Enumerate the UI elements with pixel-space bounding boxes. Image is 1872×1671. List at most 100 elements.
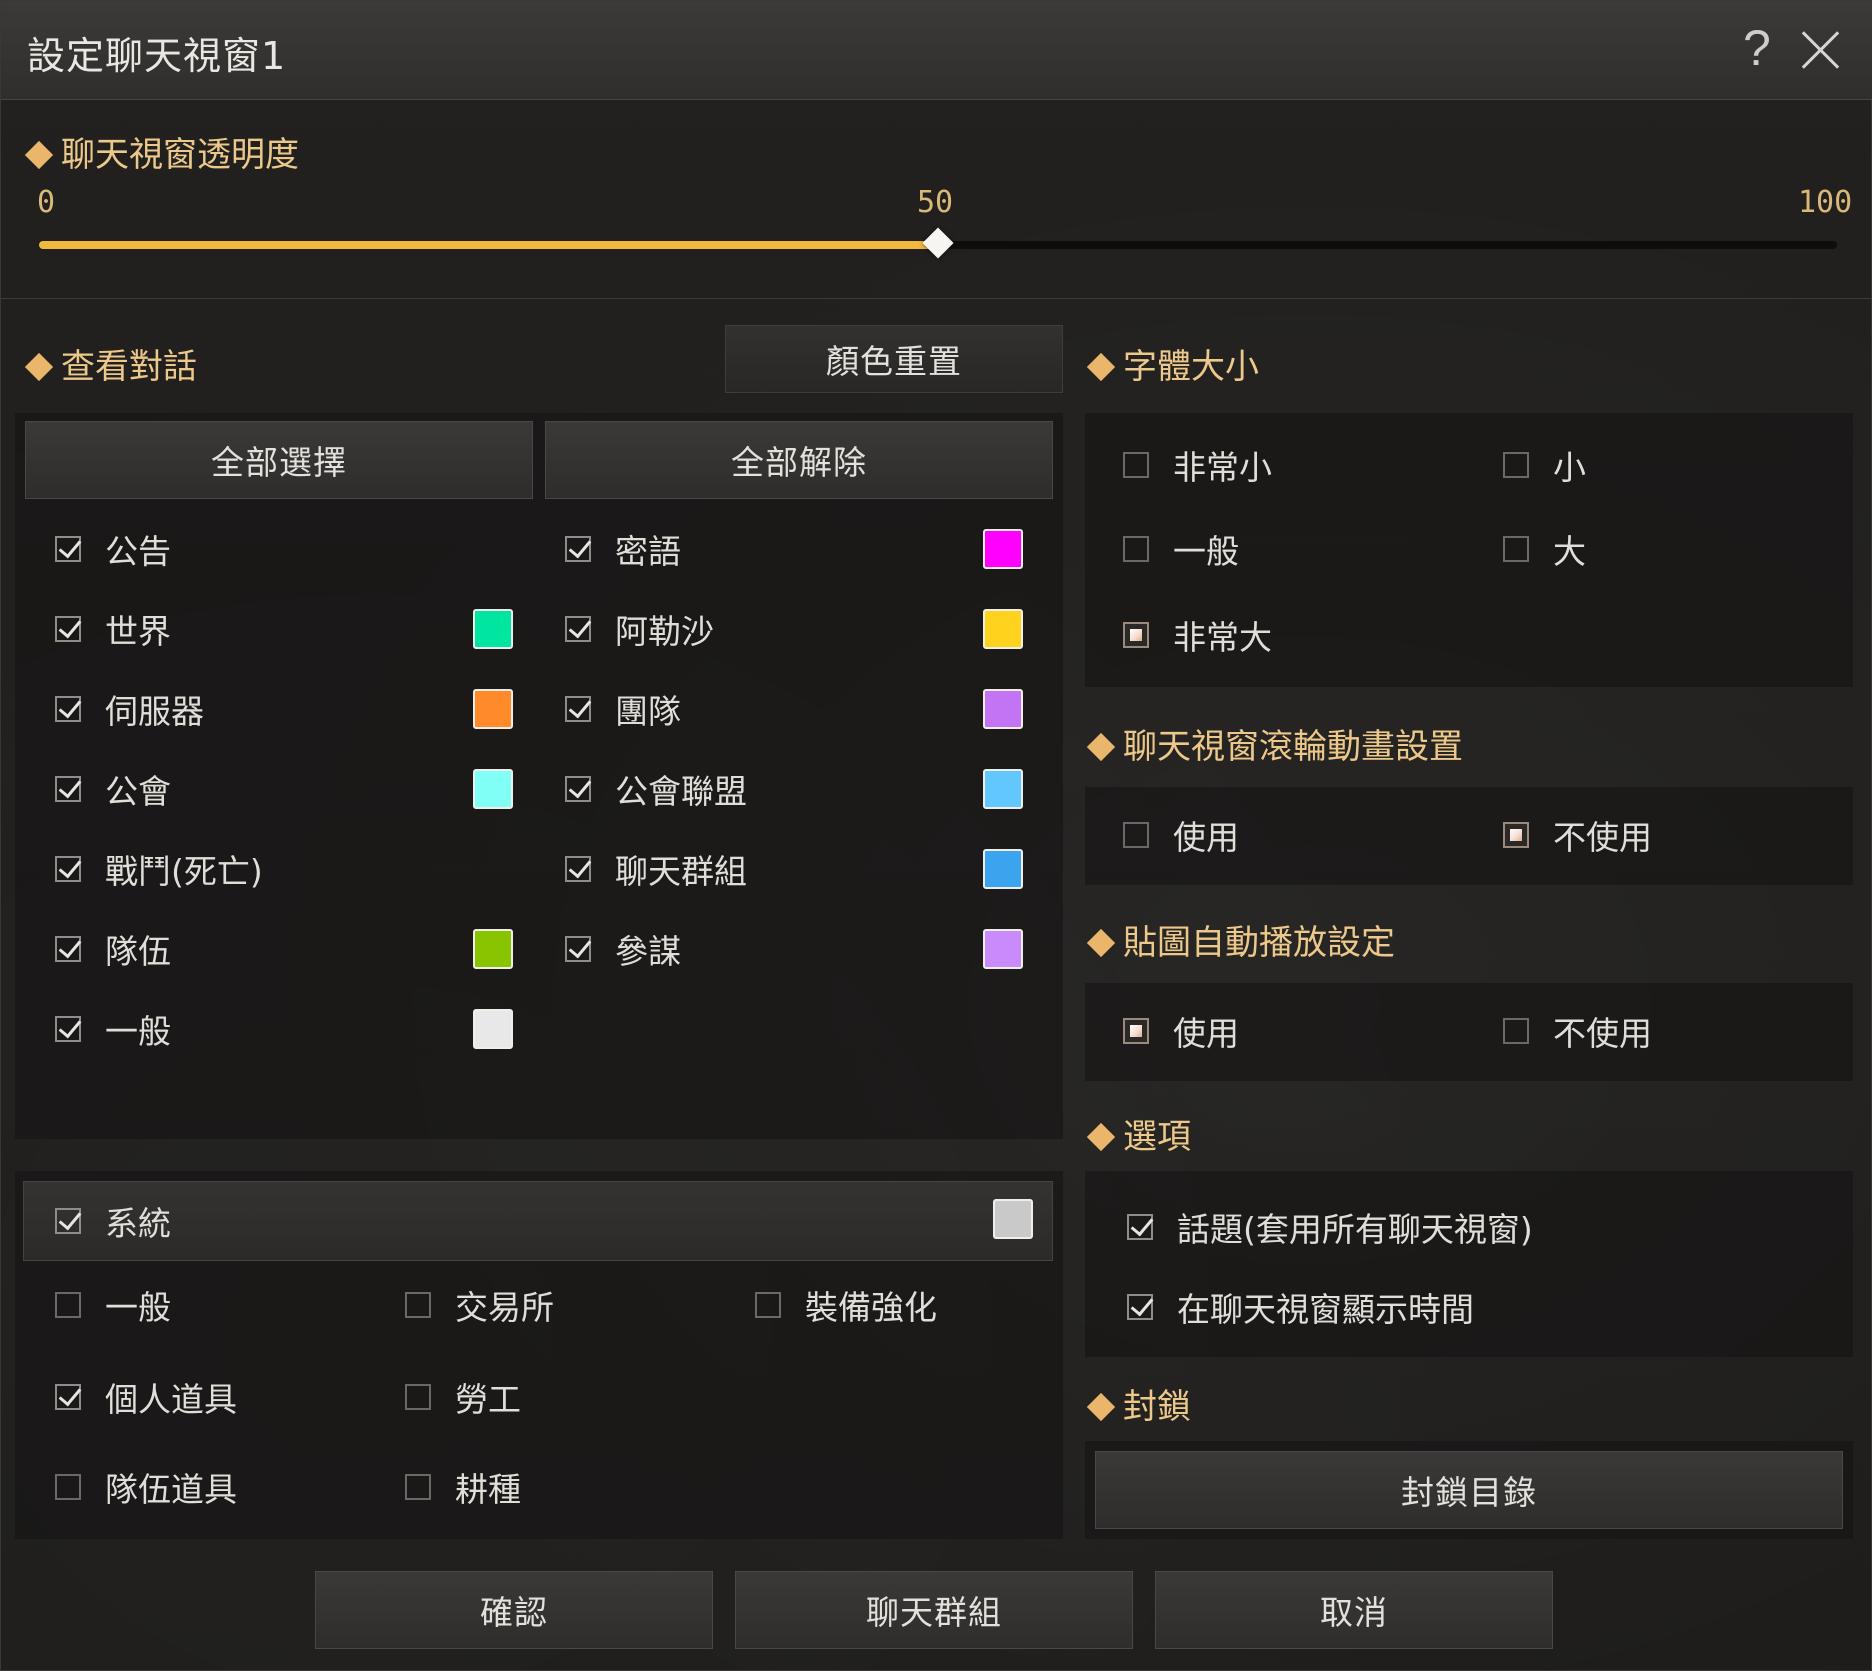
system-color-swatch[interactable] [993,1199,1033,1239]
channel-4-row[interactable]: 伺服器 [55,689,204,731]
system-item-3-row[interactable]: 個人道具 [55,1377,237,1419]
channel-5-color-swatch[interactable] [983,689,1023,729]
channel-1-row[interactable]: 密語 [565,529,681,571]
font-size-4-row[interactable]: 非常大 [1123,615,1272,657]
sticker-autoplay-0-row[interactable]: 使用 [1123,1011,1239,1053]
font-size-4-radio[interactable] [1123,622,1149,648]
system-item-5-label: 隊伍道具 [105,1470,237,1509]
channel-11-color-swatch[interactable] [983,929,1023,969]
font-size-1-radio[interactable] [1503,452,1529,478]
color-reset-button[interactable]: 顏色重置 [725,325,1063,393]
scroll-animation-0-row[interactable]: 使用 [1123,815,1239,857]
font-size-2-row[interactable]: 一般 [1123,529,1239,571]
channel-2-checkbox[interactable] [55,616,81,642]
system-item-2-row[interactable]: 裝備強化 [755,1285,937,1327]
channel-3-checkbox[interactable] [565,616,591,642]
font-size-1-row[interactable]: 小 [1503,445,1586,487]
font-size-2-radio[interactable] [1123,536,1149,562]
sticker-autoplay-0-label: 使用 [1173,1014,1239,1053]
channel-10-color-swatch[interactable] [473,929,513,969]
system-item-5-checkbox[interactable] [55,1474,81,1500]
slider-handle[interactable] [922,227,954,259]
channel-6-row[interactable]: 公會 [55,769,171,811]
channel-0-row[interactable]: 公告 [55,529,171,571]
channel-10-checkbox[interactable] [55,936,81,962]
channel-11-checkbox[interactable] [565,936,591,962]
option-1-row[interactable]: 在聊天視窗顯示時間 [1127,1287,1474,1329]
option-0-row[interactable]: 話題(套用所有聊天視窗) [1127,1207,1533,1249]
channel-9-row[interactable]: 聊天群組 [565,849,747,891]
system-item-6-row[interactable]: 耕種 [405,1467,521,1509]
chat-group-button[interactable]: 聊天群組 [735,1571,1133,1649]
help-icon[interactable]: ? [1743,19,1771,77]
channel-2-color-swatch[interactable] [473,609,513,649]
scroll-animation-1-row[interactable]: 不使用 [1503,815,1652,857]
sticker-autoplay-1-radio[interactable] [1503,1018,1529,1044]
channel-9-color-swatch[interactable] [983,849,1023,889]
option-1-checkbox[interactable] [1127,1294,1153,1320]
channel-7-row[interactable]: 公會聯盟 [565,769,747,811]
channel-0-checkbox[interactable] [55,536,81,562]
channel-2-row[interactable]: 世界 [55,609,171,651]
cancel-button[interactable]: 取消 [1155,1571,1553,1649]
system-item-2-checkbox[interactable] [755,1292,781,1318]
system-checkbox[interactable] [55,1208,81,1234]
channel-8-label: 戰鬥(死亡) [105,852,263,891]
title-bar[interactable]: 設定聊天視窗1 ? [1,1,1872,100]
system-item-1-checkbox[interactable] [405,1292,431,1318]
system-item-1-row[interactable]: 交易所 [405,1285,554,1327]
font-size-0-radio[interactable] [1123,452,1149,478]
channel-1-checkbox[interactable] [565,536,591,562]
channel-11-row[interactable]: 參謀 [565,929,681,971]
system-item-4-row[interactable]: 勞工 [405,1377,521,1419]
channel-5-checkbox[interactable] [565,696,591,722]
system-item-3-checkbox[interactable] [55,1384,81,1410]
select-all-button[interactable]: 全部選擇 [25,421,533,499]
channel-7-color-swatch[interactable] [983,769,1023,809]
font-size-4-label: 非常大 [1173,618,1272,657]
channel-10-row[interactable]: 隊伍 [55,929,171,971]
channel-6-checkbox[interactable] [55,776,81,802]
font-size-0-row[interactable]: 非常小 [1123,445,1272,487]
section-title-scroll-animation: 聊天視窗滾輪動畫設置 [1085,719,1463,768]
channel-1-color-swatch[interactable] [983,529,1023,569]
sticker-autoplay-1-row[interactable]: 不使用 [1503,1011,1652,1053]
channel-12-row[interactable]: 一般 [55,1009,171,1051]
channel-12-checkbox[interactable] [55,1016,81,1042]
scroll-animation-1-radio[interactable] [1503,822,1529,848]
system-checkbox-row[interactable]: 系統 [55,1201,171,1243]
block-list-button[interactable]: 封鎖目錄 [1095,1451,1843,1529]
channel-8-row[interactable]: 戰鬥(死亡) [55,849,263,891]
transparency-slider[interactable] [39,227,1837,259]
system-item-5-row[interactable]: 隊伍道具 [55,1467,237,1509]
font-size-3-radio[interactable] [1503,536,1529,562]
system-row[interactable] [23,1181,1053,1261]
confirm-button[interactable]: 確認 [315,1571,713,1649]
sticker-autoplay-0-radio[interactable] [1123,1018,1149,1044]
channel-4-checkbox[interactable] [55,696,81,722]
deselect-all-button[interactable]: 全部解除 [545,421,1053,499]
scroll-animation-0-radio[interactable] [1123,822,1149,848]
channel-9-checkbox[interactable] [565,856,591,882]
channel-4-color-swatch[interactable] [473,689,513,729]
section-title-view-chat: 查看對話 [23,339,197,388]
channel-12-color-swatch[interactable] [473,1009,513,1049]
system-item-3-label: 個人道具 [105,1380,237,1419]
channel-4-label: 伺服器 [105,692,204,731]
font-size-3-row[interactable]: 大 [1503,529,1586,571]
channel-7-checkbox[interactable] [565,776,591,802]
system-item-4-checkbox[interactable] [405,1384,431,1410]
channel-3-color-swatch[interactable] [983,609,1023,649]
channel-5-row[interactable]: 團隊 [565,689,681,731]
channel-3-row[interactable]: 阿勒沙 [565,609,714,651]
system-item-0-row[interactable]: 一般 [55,1285,171,1327]
font-size-1-label: 小 [1553,448,1586,487]
channel-6-color-swatch[interactable] [473,769,513,809]
scroll-animation-0-label: 使用 [1173,818,1239,857]
close-icon[interactable] [1799,27,1843,71]
option-0-checkbox[interactable] [1127,1214,1153,1240]
system-item-6-checkbox[interactable] [405,1474,431,1500]
channel-1-label: 密語 [615,532,681,571]
system-item-0-checkbox[interactable] [55,1292,81,1318]
channel-8-checkbox[interactable] [55,856,81,882]
